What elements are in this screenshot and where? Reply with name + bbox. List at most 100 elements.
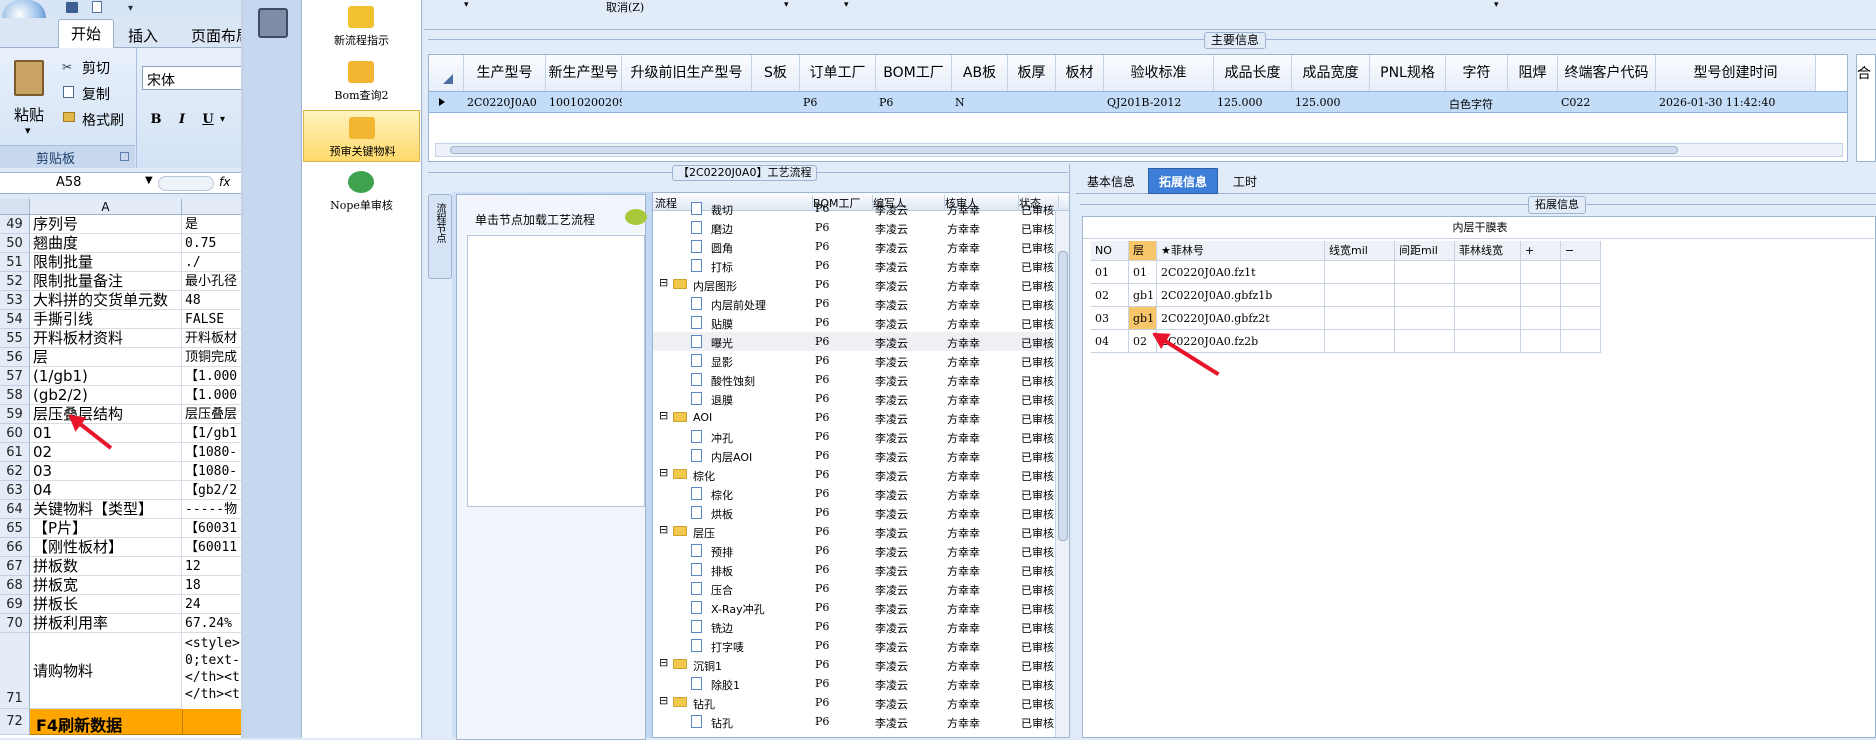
dropdown-icon-2[interactable]: ▾ [784, 0, 789, 10]
cell-b[interactable]: 【1.000 [182, 386, 244, 405]
cell-a[interactable]: 04 [30, 481, 182, 500]
dropdown-icon-4[interactable]: ▾ [1494, 0, 1499, 10]
film-cell[interactable] [1561, 330, 1601, 353]
cell-a[interactable]: 限制批量备注 [30, 272, 182, 291]
column-header-a[interactable]: A [30, 199, 182, 215]
font-name-box[interactable]: 宋体 [142, 66, 244, 90]
row-header[interactable]: 56 [0, 348, 30, 367]
tree-row[interactable]: 裁切 P6 李凌云 方幸幸 已审核 [653, 199, 1054, 218]
refresh-cell[interactable]: F4刷新数据 [30, 709, 244, 735]
cell-a[interactable]: 拼板利用率 [30, 614, 182, 633]
cell-b[interactable]: 是 [182, 215, 244, 234]
name-box[interactable]: A58 [56, 175, 81, 190]
cut-button[interactable]: 剪切 [82, 58, 110, 78]
film-cell[interactable]: 01 [1129, 261, 1157, 284]
tree-row[interactable]: 贴膜 P6 李凌云 方幸幸 已审核 [653, 313, 1054, 332]
calculator-icon[interactable] [258, 8, 288, 38]
cell-b[interactable]: 【1/gb1 [182, 424, 244, 443]
collapse-icon[interactable]: ⊟ [659, 694, 668, 707]
row-header[interactable]: 68 [0, 576, 30, 595]
row-header[interactable]: 71 [0, 633, 30, 709]
new-flow-item[interactable]: 新流程指示 [303, 0, 420, 52]
row-cell[interactable]: QJ201B-2012 [1104, 96, 1214, 109]
tree-row[interactable]: ⊟ 内层图形 P6 李凌云 方幸幸 已审核 [653, 275, 1054, 294]
film-cell[interactable]: 2C0220J0A0.gbfz1b [1157, 284, 1325, 307]
cell-b[interactable]: 【60011 [182, 538, 244, 557]
tree-row[interactable]: 打标 P6 李凌云 方幸幸 已审核 [653, 256, 1054, 275]
cell-a[interactable]: 关键物料【类型】 [30, 500, 182, 519]
film-column-header[interactable]: 线宽mil [1325, 241, 1395, 261]
cell-b[interactable]: 67.24% [182, 614, 244, 633]
cell-b[interactable]: 12 [182, 557, 244, 576]
cell-a[interactable]: 序列号 [30, 215, 182, 234]
row-header[interactable]: 51 [0, 253, 30, 272]
underline-dropdown-icon[interactable]: ▾ [220, 114, 225, 125]
bom-query-item[interactable]: Bom查询2 [303, 55, 420, 107]
film-cell[interactable] [1395, 261, 1455, 284]
cell-b[interactable]: 开料板材 [182, 329, 244, 348]
film-cell[interactable]: 02 [1091, 284, 1129, 307]
row-cell[interactable]: 白色字符 [1446, 96, 1508, 112]
column-header[interactable]: 终端客户代码 [1558, 55, 1656, 91]
column-header[interactable]: BOM工厂 [876, 55, 952, 91]
tree-row[interactable]: 铣边 P6 李凌云 方幸幸 已审核 [653, 617, 1054, 636]
collapse-icon[interactable]: ⊟ [659, 409, 668, 422]
row-cell[interactable]: P6 [876, 96, 952, 109]
film-cell[interactable] [1325, 284, 1395, 307]
film-cell[interactable] [1455, 307, 1521, 330]
process-side-tab[interactable]: 流程节点 [428, 194, 452, 279]
tree-row[interactable]: 磨边 P6 李凌云 方幸幸 已审核 [653, 218, 1054, 237]
tree-row[interactable]: 烘板 P6 李凌云 方幸幸 已审核 [653, 503, 1054, 522]
cell-a[interactable]: 手撕引线 [30, 310, 182, 329]
cell-b[interactable]: 【gb2/2 [182, 481, 244, 500]
cell-b[interactable]: 24 [182, 595, 244, 614]
cell-b[interactable]: 【60031 [182, 519, 244, 538]
tree-row[interactable]: 钻孔 P6 李凌云 方幸幸 已审核 [653, 712, 1054, 731]
row-cell[interactable]: 125.000 [1214, 96, 1292, 109]
collapse-icon[interactable]: ⊟ [659, 466, 668, 479]
save-icon[interactable] [66, 2, 78, 13]
italic-button[interactable]: I [172, 110, 192, 130]
film-cell[interactable] [1325, 330, 1395, 353]
cell-a[interactable]: 01 [30, 424, 182, 443]
film-column-header[interactable]: ★菲林号 [1157, 241, 1325, 261]
tree-row[interactable]: 排板 P6 李凌云 方幸幸 已审核 [653, 560, 1054, 579]
tab-basic-info[interactable]: 基本信息 [1076, 171, 1146, 194]
precheck-material-item[interactable]: 预审关键物料 [303, 110, 420, 162]
cell-b[interactable]: -----物 [182, 500, 244, 519]
film-cell[interactable]: 2C0220J0A0.gbfz2t [1157, 307, 1325, 330]
film-cell[interactable]: gb1 [1129, 284, 1157, 307]
row-header[interactable]: 72 [0, 709, 30, 735]
paste-dropdown-icon[interactable]: ▾ [25, 124, 31, 137]
tab-hours[interactable]: 工时 [1220, 171, 1270, 194]
new-doc-icon[interactable] [92, 1, 102, 13]
film-cell[interactable] [1455, 330, 1521, 353]
tree-row[interactable]: ⊟ 层压 P6 李凌云 方幸幸 已审核 [653, 522, 1054, 541]
dry-film-table[interactable]: NO 层 ★菲林号 线宽mil 间距mil 菲林线宽 + −01 01 2C0220J0A0.fz… [1091, 241, 1651, 361]
cell-a[interactable]: 【P片】 [30, 519, 182, 538]
film-column-header[interactable]: 层 [1129, 241, 1157, 261]
row-header[interactable]: 63 [0, 481, 30, 500]
film-cell[interactable]: 2C0220J0A0.fz1t [1157, 261, 1325, 284]
row-cell[interactable]: N [952, 96, 1008, 109]
film-cell[interactable]: 03 [1091, 307, 1129, 330]
bold-button[interactable]: B [146, 110, 166, 130]
tree-row[interactable]: X-Ray冲孔 P6 李凌云 方幸幸 已审核 [653, 598, 1054, 617]
film-column-header[interactable]: NO [1091, 241, 1129, 261]
cell-b[interactable]: 【1080- [182, 443, 244, 462]
tab-page-layout[interactable]: 页面布局 [191, 25, 244, 46]
h-scrollbar[interactable] [435, 143, 1843, 157]
cancel-button[interactable]: 取消(Z) [606, 0, 644, 15]
node-list[interactable]: 单击节点加载工艺流程 [456, 194, 647, 740]
tree-row[interactable]: 打字唛 P6 李凌云 方幸幸 已审核 [653, 636, 1054, 655]
tree-row[interactable]: ⊟ AOI P6 李凌云 方幸幸 已审核 [653, 408, 1054, 427]
tree-row[interactable]: 预排 P6 李凌云 方幸幸 已审核 [653, 541, 1054, 560]
film-cell[interactable] [1395, 307, 1455, 330]
row-header[interactable]: 66 [0, 538, 30, 557]
dialog-launcher-icon[interactable] [120, 152, 129, 161]
row-header[interactable]: 50 [0, 234, 30, 253]
dropdown-icon-1[interactable]: ▾ [464, 0, 469, 10]
cell-a[interactable]: 限制批量 [30, 253, 182, 272]
paste-button[interactable]: 粘贴 [14, 104, 44, 125]
column-header[interactable]: 成品宽度 [1292, 55, 1370, 91]
